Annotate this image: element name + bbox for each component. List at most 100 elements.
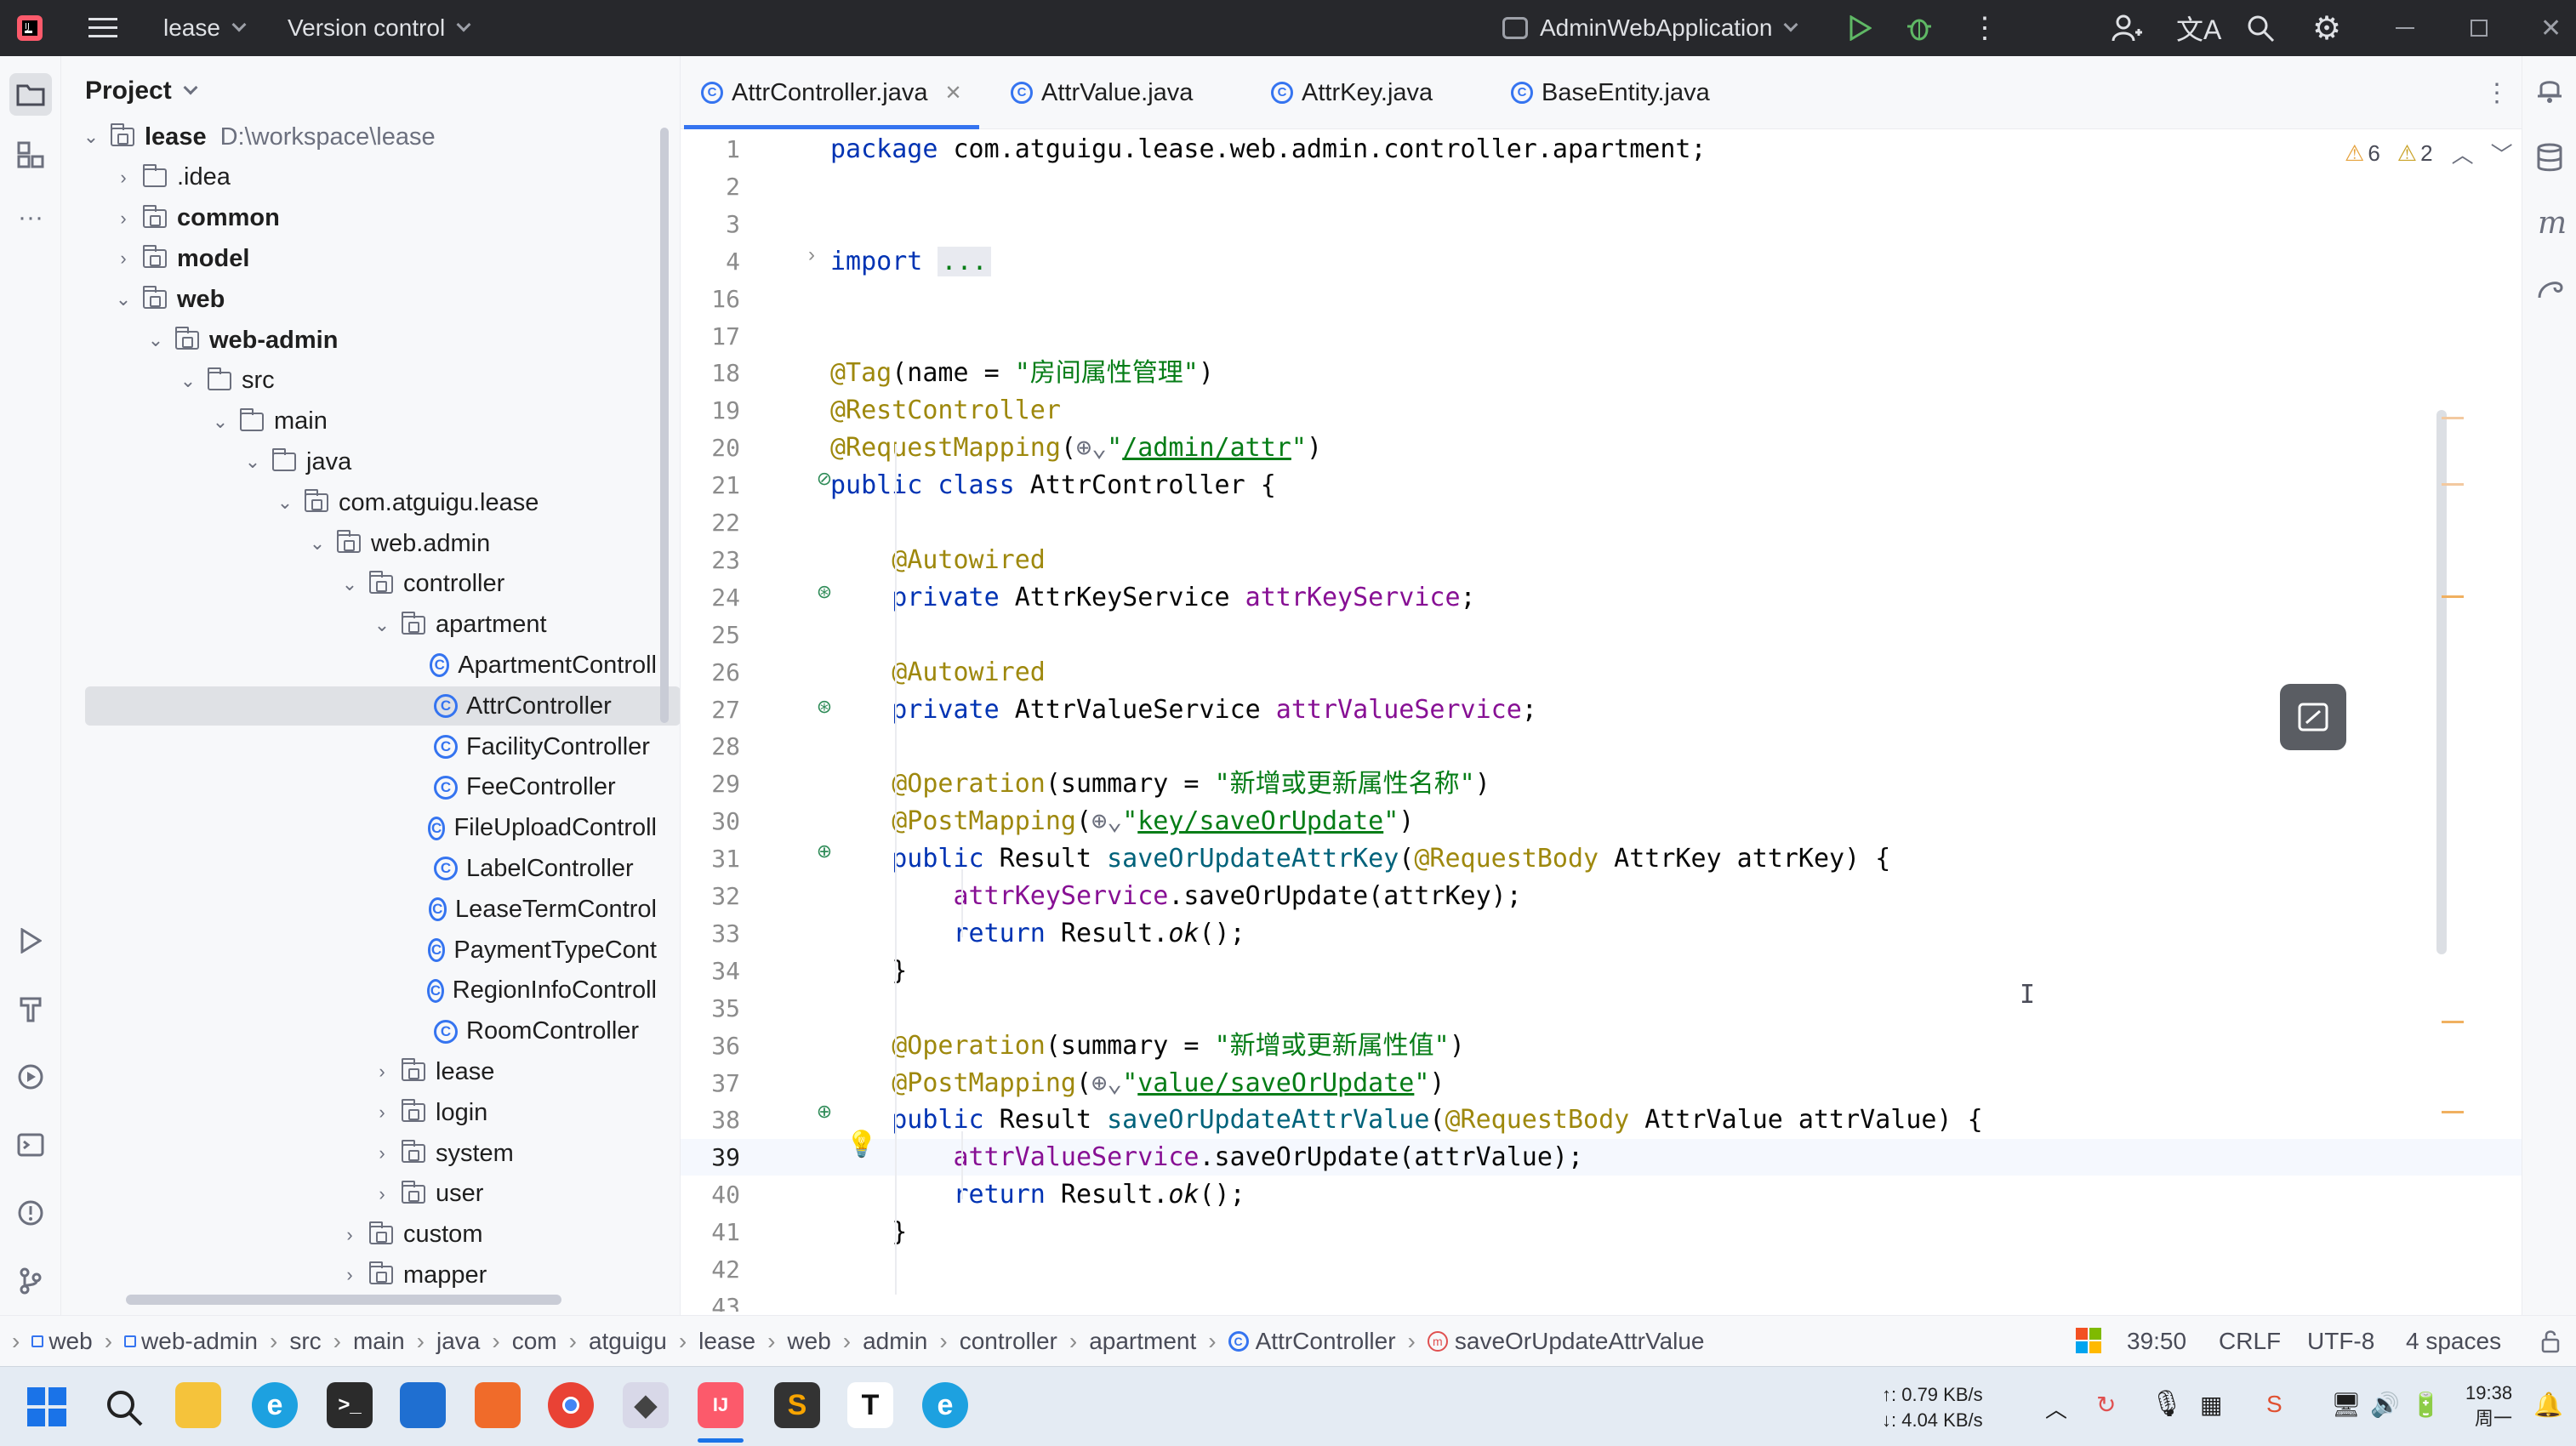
database-icon[interactable] xyxy=(2536,143,2563,176)
line-number[interactable]: 40 xyxy=(681,1176,740,1213)
notifications-icon[interactable] xyxy=(2536,75,2563,108)
tab-options-icon[interactable]: ⋮ xyxy=(2484,56,2510,129)
tree-item-class[interactable]: C FeeController xyxy=(61,768,657,807)
breadcrumb-item[interactable]: AttrController xyxy=(1256,1328,1396,1355)
code-line[interactable]: 29 @Operation(summary = "新增或更新属性名称") xyxy=(681,766,2522,802)
code-line[interactable]: 33 return Result.ok(); xyxy=(681,915,2522,952)
translate-icon[interactable]: 文A xyxy=(2176,0,2221,56)
vcs-menu[interactable]: Version control xyxy=(288,0,471,56)
line-number[interactable]: 22 xyxy=(681,504,740,541)
display-icon[interactable]: 🖥 xyxy=(2331,1391,2362,1419)
code-line[interactable]: 42 xyxy=(681,1251,2522,1288)
tree-item-class[interactable]: C LeaseTermControl xyxy=(61,890,657,929)
breadcrumb-item[interactable]: web-admin xyxy=(141,1328,258,1355)
line-number[interactable]: 32 xyxy=(681,878,740,914)
breadcrumb-item[interactable]: controller xyxy=(960,1328,1057,1355)
line-number[interactable]: 20 xyxy=(681,430,740,466)
run-tool-icon[interactable] xyxy=(15,925,46,956)
line-number[interactable]: 19 xyxy=(681,392,740,429)
code-line[interactable]: 36 @Operation(summary = "新增或更新属性值") xyxy=(681,1028,2522,1064)
code-line[interactable]: 4 import ... xyxy=(681,243,2522,280)
taskbar-search-icon[interactable] xyxy=(105,1389,143,1431)
chevron-right-icon[interactable]: › xyxy=(373,1142,391,1164)
line-number[interactable]: 21 xyxy=(681,467,740,504)
breadcrumb-item[interactable]: atguigu xyxy=(589,1328,667,1355)
store-icon[interactable] xyxy=(400,1382,446,1428)
close-window-button[interactable]: ✕ xyxy=(2540,0,2562,56)
intellij-logo-icon[interactable]: IJ xyxy=(15,0,44,56)
notification-bell-icon[interactable]: 🔔 xyxy=(2533,1391,2563,1419)
line-number[interactable]: 39 xyxy=(681,1139,740,1176)
breadcrumb-item[interactable]: com xyxy=(512,1328,557,1355)
chevron-right-icon[interactable]: › xyxy=(340,1224,359,1245)
microphone-icon[interactable]: 🎙 xyxy=(2151,1389,2183,1419)
tree-item-class[interactable]: C FileUploadControll xyxy=(61,809,657,848)
tree-item-package[interactable]: › mapper xyxy=(61,1255,657,1295)
terminal-tool-icon[interactable] xyxy=(15,1130,46,1160)
tree-item-class[interactable]: C AttrController xyxy=(85,686,680,726)
fold-toggle-icon[interactable]: › xyxy=(808,243,815,267)
code-text[interactable]: @Autowired xyxy=(830,542,1046,578)
code-line[interactable]: 26 @Autowired xyxy=(681,654,2522,691)
bean-gutter-icon[interactable]: ⊛ xyxy=(812,694,837,720)
tree-item-module[interactable]: ⌄ web-admin xyxy=(61,321,657,360)
line-number[interactable]: 28 xyxy=(681,728,740,765)
code-line[interactable]: 41 } xyxy=(681,1214,2522,1250)
more-tools-icon[interactable]: ··· xyxy=(15,202,46,233)
search-icon[interactable] xyxy=(2246,0,2275,56)
intention-bulb-icon[interactable]: 💡 xyxy=(846,1130,877,1159)
project-tool-icon[interactable] xyxy=(9,73,52,116)
chevron-down-icon[interactable]: ⌄ xyxy=(211,411,230,432)
chevron-right-icon[interactable]: › xyxy=(114,208,133,229)
breadcrumb-item[interactable]: apartment xyxy=(1089,1328,1196,1355)
line-number[interactable]: 2 xyxy=(681,168,740,205)
code-line[interactable]: 31 public Result saveOrUpdateAttrKey(@Re… xyxy=(681,840,2522,877)
tree-item-root[interactable]: ⌄ lease D:\workspace\lease xyxy=(61,117,657,157)
add-user-icon[interactable] xyxy=(2112,0,2142,56)
tree-item-class[interactable]: C RegionInfoControll xyxy=(61,971,657,1010)
code-text[interactable]: public Result saveOrUpdateAttrValue(@Req… xyxy=(830,1102,1982,1138)
edge-dev-icon[interactable]: e xyxy=(922,1382,968,1428)
line-number[interactable]: 41 xyxy=(681,1214,740,1250)
line-number[interactable]: 27 xyxy=(681,692,740,728)
tray-expand-icon[interactable]: ︿ xyxy=(2045,1392,2067,1424)
breadcrumb-item[interactable]: admin xyxy=(863,1328,927,1355)
chrome-icon[interactable] xyxy=(548,1382,594,1428)
caret-position[interactable]: 39:50 xyxy=(2127,1328,2186,1355)
typora-icon[interactable]: T xyxy=(847,1382,893,1428)
code-line[interactable]: 20 @RequestMapping(⊕⌄"/admin/attr") xyxy=(681,430,2522,466)
line-number[interactable]: 42 xyxy=(681,1251,740,1288)
code-text[interactable]: return Result.ok(); xyxy=(830,915,1245,952)
line-number[interactable]: 30 xyxy=(681,803,740,840)
code-line[interactable]: 27 private AttrValueService attrValueSer… xyxy=(681,692,2522,728)
code-line[interactable]: 19 @RestController xyxy=(681,392,2522,429)
tab-attrvalue[interactable]: C AttrValue.java xyxy=(1011,56,1193,129)
code-line[interactable]: 34 } xyxy=(681,953,2522,989)
code-text[interactable]: public Result saveOrUpdateAttrKey(@Reque… xyxy=(830,840,1890,877)
tree-item-package[interactable]: › lease xyxy=(61,1052,657,1091)
tab-close-icon[interactable]: ✕ xyxy=(945,81,962,105)
line-number[interactable]: 26 xyxy=(681,654,740,691)
breadcrumb-item[interactable]: src xyxy=(289,1328,321,1355)
line-number[interactable]: 38 xyxy=(681,1102,740,1138)
code-editor[interactable]: ⚠ 6 ⚠ 2 ︿ ﹀ 1 package com.atguigu.lease.web… xyxy=(681,129,2522,1312)
tree-item-package[interactable]: ⌄ web.admin xyxy=(61,524,657,563)
indent-setting[interactable]: 4 spaces xyxy=(2406,1328,2501,1355)
line-number[interactable]: 1 xyxy=(681,131,740,168)
code-text[interactable]: private AttrValueService attrValueServic… xyxy=(830,692,1537,728)
clock[interactable]: 19:38 周一 xyxy=(2465,1381,2512,1432)
tab-attrcontroller[interactable]: C AttrController.java ✕ xyxy=(684,56,979,129)
chevron-right-icon[interactable]: › xyxy=(340,1264,359,1285)
problems-tool-icon[interactable] xyxy=(15,1198,46,1228)
project-switcher[interactable]: lease xyxy=(163,0,247,56)
code-line[interactable]: 23 @Autowired xyxy=(681,542,2522,578)
tray-app-icon[interactable]: ↻ xyxy=(2096,1391,2116,1419)
tree-item-folder[interactable]: › .idea xyxy=(61,158,657,197)
code-line[interactable]: 2 xyxy=(681,168,2522,205)
build-tool-icon[interactable] xyxy=(15,993,46,1024)
breadcrumb-item[interactable]: lease xyxy=(698,1328,755,1355)
code-line[interactable]: 39 attrValueService.saveOrUpdate(attrVal… xyxy=(681,1139,2522,1176)
tree-item-class[interactable]: C PaymentTypeCont xyxy=(61,931,657,970)
code-text[interactable]: private AttrKeyService attrKeyService; xyxy=(830,579,1475,616)
chevron-right-icon[interactable]: › xyxy=(373,1183,391,1204)
